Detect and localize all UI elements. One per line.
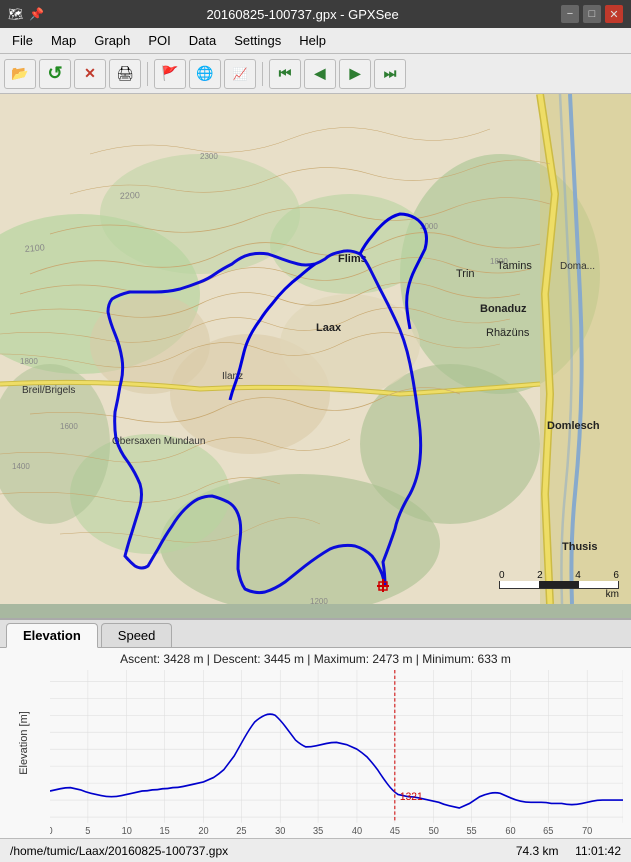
track-distance: 74.3 km [516,844,559,858]
close-button[interactable]: ✕ [605,5,623,23]
tab-bar: Elevation Speed [0,620,631,648]
scale-labels: 0 2 4 6 [499,570,619,581]
prev-button[interactable]: ◀ [304,59,336,89]
svg-text:Domlesch: Domlesch [547,420,600,432]
maximize-button[interactable]: □ [583,5,601,23]
file-path: /home/tumic/Laax/20160825-100737.gpx [10,844,228,858]
scale-seg-1 [500,581,539,588]
svg-text:45: 45 [390,826,400,834]
status-bar: /home/tumic/Laax/20160825-100737.gpx 74.… [0,838,631,862]
svg-text:Bonaduz: Bonaduz [480,303,527,315]
print-button[interactable]: 🖨 [109,59,141,89]
menu-settings[interactable]: Settings [226,31,289,50]
svg-text:Rhäzüns: Rhäzüns [486,327,530,339]
svg-text:Trin: Trin [456,268,475,280]
svg-text:55: 55 [466,826,476,834]
tab-elevation[interactable]: Elevation [6,623,98,648]
svg-text:Laax: Laax [316,322,342,334]
status-right: 74.3 km 11:01:42 [516,844,621,858]
svg-text:40: 40 [352,826,363,834]
svg-text:65: 65 [543,826,553,834]
next-next-button[interactable]: ⏭ [374,59,406,89]
menu-poi[interactable]: POI [140,31,178,50]
graph-button[interactable]: 📈 [224,59,256,89]
scale-label-0: 0 [499,570,505,581]
menu-graph[interactable]: Graph [86,31,138,50]
svg-text:Breil/Brigels: Breil/Brigels [22,385,75,396]
prev-prev-button[interactable]: ⏮ [269,59,301,89]
map-area[interactable]: 2100 2200 2300 1600 1400 1800 1200 2000 … [0,94,631,618]
svg-text:1200: 1200 [310,597,328,604]
svg-text:1321: 1321 [400,791,423,804]
next-button[interactable]: ▶ [339,59,371,89]
svg-text:1800: 1800 [20,357,38,366]
svg-text:10: 10 [122,826,133,834]
title-bar: 🗺 📌 20160825-100737.gpx - GPXSee − □ ✕ [0,0,631,28]
scale-label-4: 4 [575,570,581,581]
elevation-panel: Elevation Speed Ascent: 3428 m | Descent… [0,618,631,838]
svg-text:2200: 2200 [120,190,141,201]
menu-data[interactable]: Data [181,31,224,50]
svg-text:35: 35 [313,826,323,834]
menu-bar: File Map Graph POI Data Settings Help [0,28,631,54]
track-time: 11:01:42 [575,844,621,858]
window-title: 20160825-100737.gpx - GPXSee [44,7,561,22]
svg-text:25: 25 [236,826,246,834]
online-map-button[interactable]: 🌐 [189,59,221,89]
scale-label-6: 6 [613,570,619,581]
svg-text:2300: 2300 [200,152,218,161]
svg-text:Obersaxen Mundaun: Obersaxen Mundaun [112,436,205,447]
window-controls: − □ ✕ [561,5,623,23]
y-axis-label: Elevation [m] [18,711,30,775]
tab-speed[interactable]: Speed [101,623,173,647]
svg-text:70: 70 [582,826,593,834]
map-background: 2100 2200 2300 1600 1400 1800 1200 2000 … [0,94,631,604]
svg-text:30: 30 [275,826,286,834]
close-file-button[interactable]: ✕ [74,59,106,89]
svg-text:50: 50 [429,826,440,834]
svg-text:1400: 1400 [12,462,30,471]
svg-text:Tamins: Tamins [497,260,532,272]
scale-bar: 0 2 4 6 km [499,570,619,600]
svg-text:0: 0 [50,826,53,834]
menu-file[interactable]: File [4,31,41,50]
svg-text:Thusis: Thusis [562,541,597,553]
pin-icon: 📌 [29,7,44,21]
svg-text:20: 20 [198,826,209,834]
svg-text:1600: 1600 [60,422,78,431]
waypoints-button[interactable]: 🚩 [154,59,186,89]
chart-info: Ascent: 3428 m | Descent: 3445 m | Maxim… [0,648,631,668]
toolbar: 📂 ↺ ✕ 🖨 🚩 🌐 📈 ⏮ ◀ ▶ ⏭ [0,54,631,94]
svg-text:60: 60 [505,826,516,834]
reload-button[interactable]: ↺ [39,59,71,89]
svg-text:Doma...: Doma... [560,261,595,272]
toolbar-separator-1 [147,62,148,86]
app-icon: 🗺 [8,7,23,21]
scale-unit: km [499,589,619,600]
scale-graphic [499,581,619,589]
scale-seg-2 [539,581,578,588]
menu-help[interactable]: Help [291,31,334,50]
svg-text:15: 15 [159,826,169,834]
minimize-button[interactable]: − [561,5,579,23]
chart-container: Elevation [m] [0,668,631,838]
elevation-chart: 2400 2200 2000 1800 1600 1400 1200 1000 … [50,670,623,834]
toolbar-separator-2 [262,62,263,86]
svg-text:5: 5 [85,826,90,834]
scale-seg-3 [579,581,618,588]
svg-text:2100: 2100 [24,242,45,254]
title-bar-left: 🗺 📌 [8,7,44,21]
open-button[interactable]: 📂 [4,59,36,89]
menu-map[interactable]: Map [43,31,84,50]
scale-label-2: 2 [537,570,543,581]
